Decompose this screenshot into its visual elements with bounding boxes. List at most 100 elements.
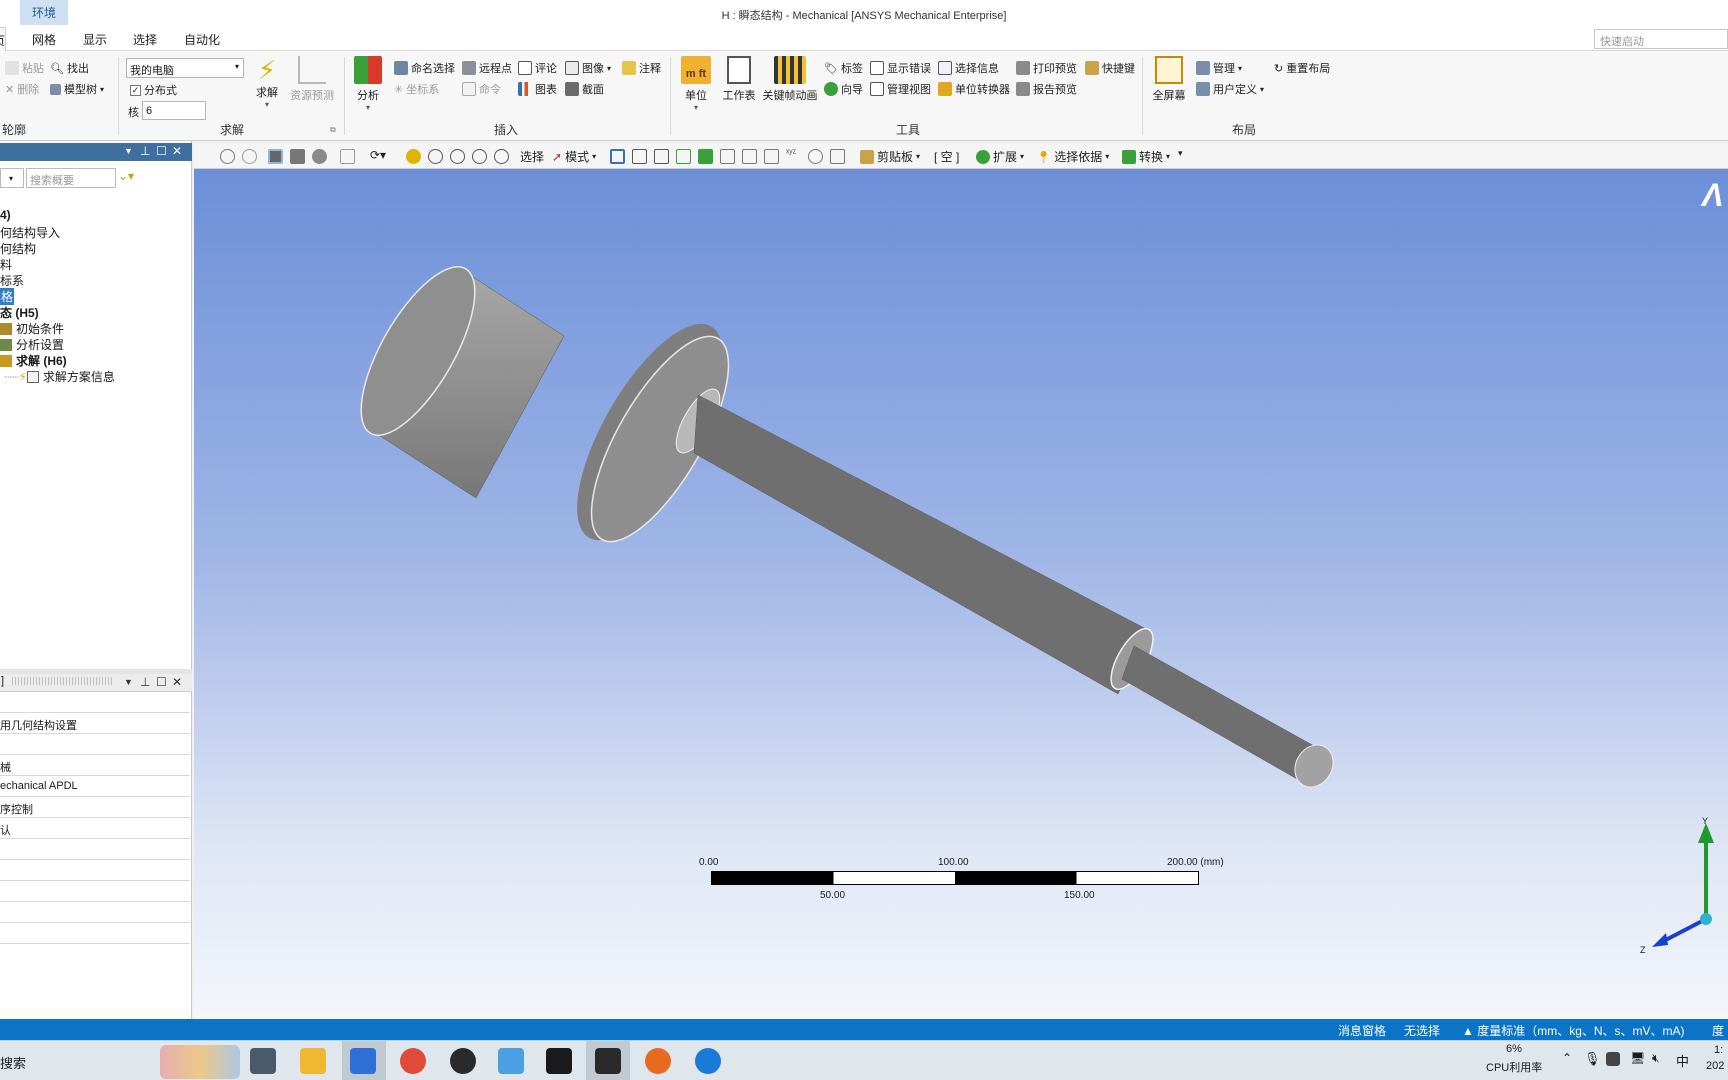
clock-date[interactable]: 202: [1706, 1060, 1724, 1072]
element-select-icon[interactable]: [742, 149, 757, 164]
clock-time[interactable]: 1:: [1714, 1044, 1723, 1056]
select-button[interactable]: 选择: [520, 148, 544, 165]
iso-view-icon[interactable]: [268, 149, 283, 164]
cores-input[interactable]: 6: [142, 101, 206, 120]
chevron-down-icon[interactable]: ▼: [124, 677, 133, 687]
taskbar-search[interactable]: 搜索: [0, 1053, 26, 1072]
tree-item-mesh[interactable]: 格: [0, 288, 15, 305]
mesh-select-icon[interactable]: [764, 149, 779, 164]
tab-selection[interactable]: 选择: [133, 31, 157, 48]
tab-display[interactable]: 显示: [83, 31, 107, 48]
penguin-app-icon[interactable]: [450, 1048, 476, 1074]
workbench-icon[interactable]: [546, 1048, 572, 1074]
coordinates-icon[interactable]: ˣʸᶻ: [786, 148, 796, 159]
toolbar-overflow-icon[interactable]: ▾: [1178, 148, 1183, 159]
annotation-button[interactable]: 注释: [622, 60, 661, 76]
section-button[interactable]: 截面: [565, 81, 604, 97]
manage-button[interactable]: 管理 ▾: [1196, 60, 1242, 76]
mode-button[interactable]: ➚ 模式 ▾: [552, 148, 596, 165]
tree-item-analysis-settings[interactable]: 分析设置: [0, 336, 64, 353]
units-status[interactable]: ▲ 度量标准（mm、kg、N、s、mV、mA): [1462, 1022, 1685, 1039]
mechanical-icon[interactable]: [595, 1048, 621, 1074]
shaded-view-icon[interactable]: [290, 149, 305, 164]
details-row[interactable]: [0, 902, 190, 923]
details-row[interactable]: [0, 839, 190, 860]
speaker-muted-icon[interactable]: 🔇︎: [1652, 1051, 1660, 1066]
tree-item-materials[interactable]: 料: [0, 256, 12, 273]
details-row[interactable]: [0, 881, 190, 902]
maximize-icon[interactable]: ☐: [156, 675, 167, 689]
zoom-fit-icon[interactable]: [472, 149, 487, 164]
quick-launch-input[interactable]: 快速启动: [1594, 29, 1728, 49]
outline-filter-icon[interactable]: ⌄▾: [118, 169, 134, 183]
tray-overflow-icon[interactable]: ⌃: [1562, 1051, 1572, 1065]
details-row[interactable]: 用几何结构设置: [0, 713, 190, 734]
zoom-icon[interactable]: [428, 149, 443, 164]
zoom-in-icon[interactable]: [220, 149, 235, 164]
edge-select-icon[interactable]: [632, 149, 647, 164]
print-preview-button[interactable]: 打印预览: [1016, 60, 1077, 76]
analysis-button[interactable]: 分析 ▾: [352, 56, 384, 112]
paste-button[interactable]: 粘贴: [5, 60, 44, 76]
resource-predict-button[interactable]: 资源预测: [288, 56, 336, 103]
fullscreen-button[interactable]: 全屏幕: [1150, 56, 1188, 103]
messages-pane-button[interactable]: 消息窗格: [1338, 1022, 1386, 1039]
reset-layout-button[interactable]: ↻ 重置布局: [1274, 60, 1330, 76]
clipboard-button[interactable]: 剪贴板 ▾: [860, 148, 920, 165]
named-selection-button[interactable]: 命名选择: [394, 60, 455, 76]
details-row[interactable]: 认: [0, 818, 190, 839]
distributed-checkbox[interactable]: ✓ 分布式: [130, 82, 177, 98]
tree-item-transient[interactable]: 态 (H5): [0, 304, 39, 321]
model-tree-button[interactable]: 模型树 ▾: [50, 81, 104, 97]
details-row[interactable]: [0, 692, 190, 713]
tree-item-solution-information[interactable]: ┈┈⚡ 求解方案信息: [4, 368, 115, 385]
pin-icon[interactable]: ⊥: [140, 675, 150, 689]
chart-button[interactable]: 图表: [518, 81, 557, 97]
box-select-icon[interactable]: [340, 149, 355, 164]
file-explorer-icon[interactable]: [300, 1048, 326, 1074]
selection-info-button[interactable]: 选择信息: [938, 60, 999, 76]
coord-system-button[interactable]: ✳ 坐标系: [394, 81, 439, 97]
zoom-box-icon[interactable]: [450, 149, 465, 164]
ime-indicator[interactable]: 中: [1676, 1051, 1689, 1070]
report-preview-button[interactable]: 报告预览: [1016, 81, 1077, 97]
details-row[interactable]: [0, 923, 190, 944]
feishu-icon[interactable]: [350, 1048, 376, 1074]
outline-scope-select[interactable]: ▾: [0, 168, 24, 188]
pin-icon[interactable]: ⊥: [140, 144, 150, 158]
delete-button[interactable]: ✕ 删除: [5, 81, 39, 97]
manage-views-button[interactable]: 管理视图: [870, 81, 931, 97]
body-select-icon[interactable]: [676, 149, 691, 164]
tree-item-initial-conditions[interactable]: 初始条件: [0, 320, 64, 337]
tree-item-geometry-import[interactable]: 何结构导入: [0, 224, 60, 241]
dialog-launcher-icon[interactable]: ⧉: [330, 125, 336, 135]
display-style-icon[interactable]: [312, 149, 327, 164]
details-row[interactable]: [0, 860, 190, 881]
outline-search-input[interactable]: 搜索概要: [26, 168, 116, 188]
user-defined-button[interactable]: 用户定义 ▾: [1196, 81, 1264, 97]
vertex-select-icon[interactable]: [610, 149, 625, 164]
tag-button[interactable]: 🏷︎ 标签: [824, 60, 863, 76]
units-button[interactable]: m ft 单位 ▾: [678, 56, 714, 112]
swirl-app-icon[interactable]: [695, 1048, 721, 1074]
node-select-icon[interactable]: [698, 149, 713, 164]
microphone-icon[interactable]: 🎙︎: [1584, 1051, 1601, 1067]
find-button[interactable]: 🔍︎ 找出: [50, 60, 89, 76]
details-row[interactable]: echanical APDL: [0, 776, 190, 797]
task-view-icon[interactable]: [250, 1048, 276, 1074]
hit-point-icon[interactable]: [808, 149, 823, 164]
select-by-button[interactable]: 📍︎ 选择依据 ▾: [1036, 148, 1109, 165]
solve-button[interactable]: ⚡ 求解 ▾: [254, 56, 280, 109]
details-row[interactable]: 械: [0, 755, 190, 776]
remote-point-button[interactable]: 远程点: [462, 60, 512, 76]
close-icon[interactable]: ✕: [172, 144, 182, 158]
network-icon[interactable]: 🖥︎: [1630, 1051, 1645, 1065]
tray-app-icon[interactable]: [1606, 1052, 1620, 1066]
command-button[interactable]: 命令: [462, 81, 501, 97]
element-face-select-icon[interactable]: [720, 149, 735, 164]
tab-mesh[interactable]: 网格: [32, 31, 56, 48]
maximize-icon[interactable]: ☐: [156, 144, 167, 158]
extend-button[interactable]: 扩展 ▾: [976, 148, 1024, 165]
image-button[interactable]: 图像 ▾: [565, 60, 611, 76]
tab-home[interactable]: 页: [0, 27, 6, 52]
